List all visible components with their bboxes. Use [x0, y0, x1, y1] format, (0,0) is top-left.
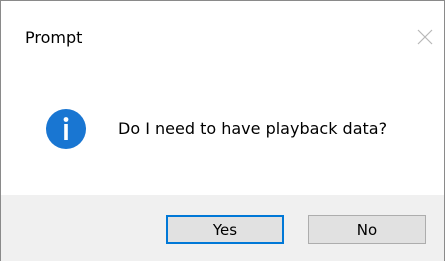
- prompt-dialog: Prompt Do I need to have playback data? …: [0, 0, 445, 261]
- window-title: Prompt: [25, 28, 83, 47]
- close-button[interactable]: [412, 24, 438, 50]
- button-bar: Yes No: [1, 195, 444, 261]
- title-bar[interactable]: Prompt: [1, 1, 444, 73]
- message-area: Do I need to have playback data?: [1, 73, 444, 195]
- no-button[interactable]: No: [308, 215, 426, 244]
- close-icon: [417, 29, 433, 45]
- info-icon: [46, 109, 86, 149]
- message-text: Do I need to have playback data?: [118, 119, 388, 138]
- yes-button[interactable]: Yes: [166, 215, 284, 244]
